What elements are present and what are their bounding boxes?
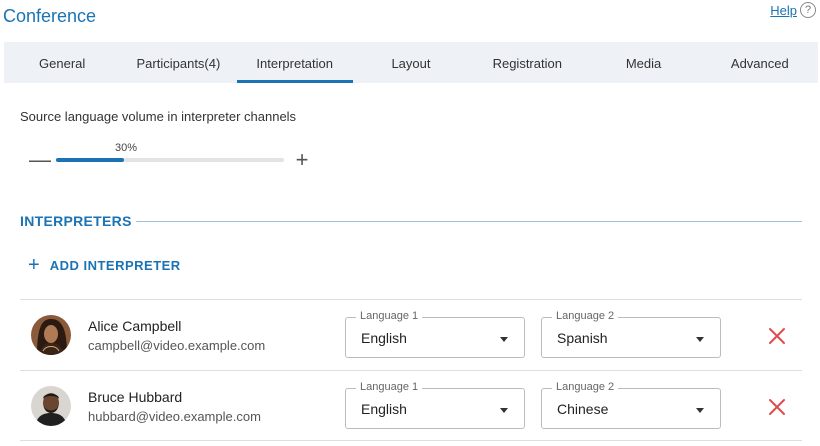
volume-value: 30% xyxy=(115,142,138,154)
tab-advanced[interactable]: Advanced xyxy=(702,42,818,83)
caret-down-icon xyxy=(696,337,704,342)
tab-media[interactable]: Media xyxy=(585,42,701,83)
tab-layout[interactable]: Layout xyxy=(353,42,469,83)
language-2-select[interactable]: Language 2 Spanish xyxy=(541,310,721,358)
caret-down-icon xyxy=(500,337,508,342)
interpreters-heading: INTERPRETERS xyxy=(20,213,132,229)
language-1-value: English xyxy=(361,330,407,346)
help-link[interactable]: Help xyxy=(770,3,797,18)
interpreter-name: Alice Campbell xyxy=(88,318,182,334)
language-2-label: Language 2 xyxy=(552,381,619,393)
interpreter-email: hubbard@video.example.com xyxy=(88,409,261,424)
language-2-value: Chinese xyxy=(557,401,609,417)
volume-slider[interactable] xyxy=(56,158,284,162)
volume-decrease-button[interactable]: — xyxy=(29,149,51,171)
tab-participants[interactable]: Participants(4) xyxy=(120,42,236,83)
interpreter-name: Bruce Hubbard xyxy=(88,389,183,405)
volume-label: Source language volume in interpreter ch… xyxy=(20,109,297,124)
volume-slider-fill xyxy=(56,158,125,162)
page-title: Conference xyxy=(3,6,97,26)
language-1-value: English xyxy=(361,401,407,417)
section-divider xyxy=(136,221,802,222)
avatar xyxy=(31,315,71,355)
language-1-label: Language 1 xyxy=(356,310,423,322)
language-2-label: Language 2 xyxy=(552,310,619,322)
avatar xyxy=(31,386,71,426)
add-interpreter-button[interactable]: + ADD INTERPRETER xyxy=(28,254,181,276)
language-2-select[interactable]: Language 2 Chinese xyxy=(541,381,721,429)
language-2-value: Spanish xyxy=(557,330,608,346)
add-interpreter-label: ADD INTERPRETER xyxy=(49,257,181,273)
caret-down-icon xyxy=(500,408,508,413)
tab-interpretation[interactable]: Interpretation xyxy=(236,42,354,83)
tab-bar: General Participants(4) Interpretation L… xyxy=(4,42,818,83)
interpreter-email: campbell@video.example.com xyxy=(88,338,266,353)
remove-interpreter-button[interactable] xyxy=(766,325,788,347)
close-icon xyxy=(769,328,785,344)
close-icon xyxy=(769,399,785,415)
caret-down-icon xyxy=(696,408,704,413)
language-1-label: Language 1 xyxy=(356,381,423,393)
language-1-select[interactable]: Language 1 English xyxy=(345,381,525,429)
help: Help ? xyxy=(770,2,816,18)
volume-increase-button[interactable]: + xyxy=(292,149,312,171)
question-circle-icon[interactable]: ? xyxy=(800,2,816,18)
tab-registration[interactable]: Registration xyxy=(469,42,585,83)
interpreter-row: Alice Campbell campbell@video.example.co… xyxy=(20,299,802,370)
interpreter-row: Bruce Hubbard hubbard@video.example.com … xyxy=(20,370,802,441)
tab-general[interactable]: General xyxy=(4,42,120,83)
language-1-select[interactable]: Language 1 English xyxy=(345,310,525,358)
remove-interpreter-button[interactable] xyxy=(766,396,788,418)
plus-icon: + xyxy=(28,254,40,276)
